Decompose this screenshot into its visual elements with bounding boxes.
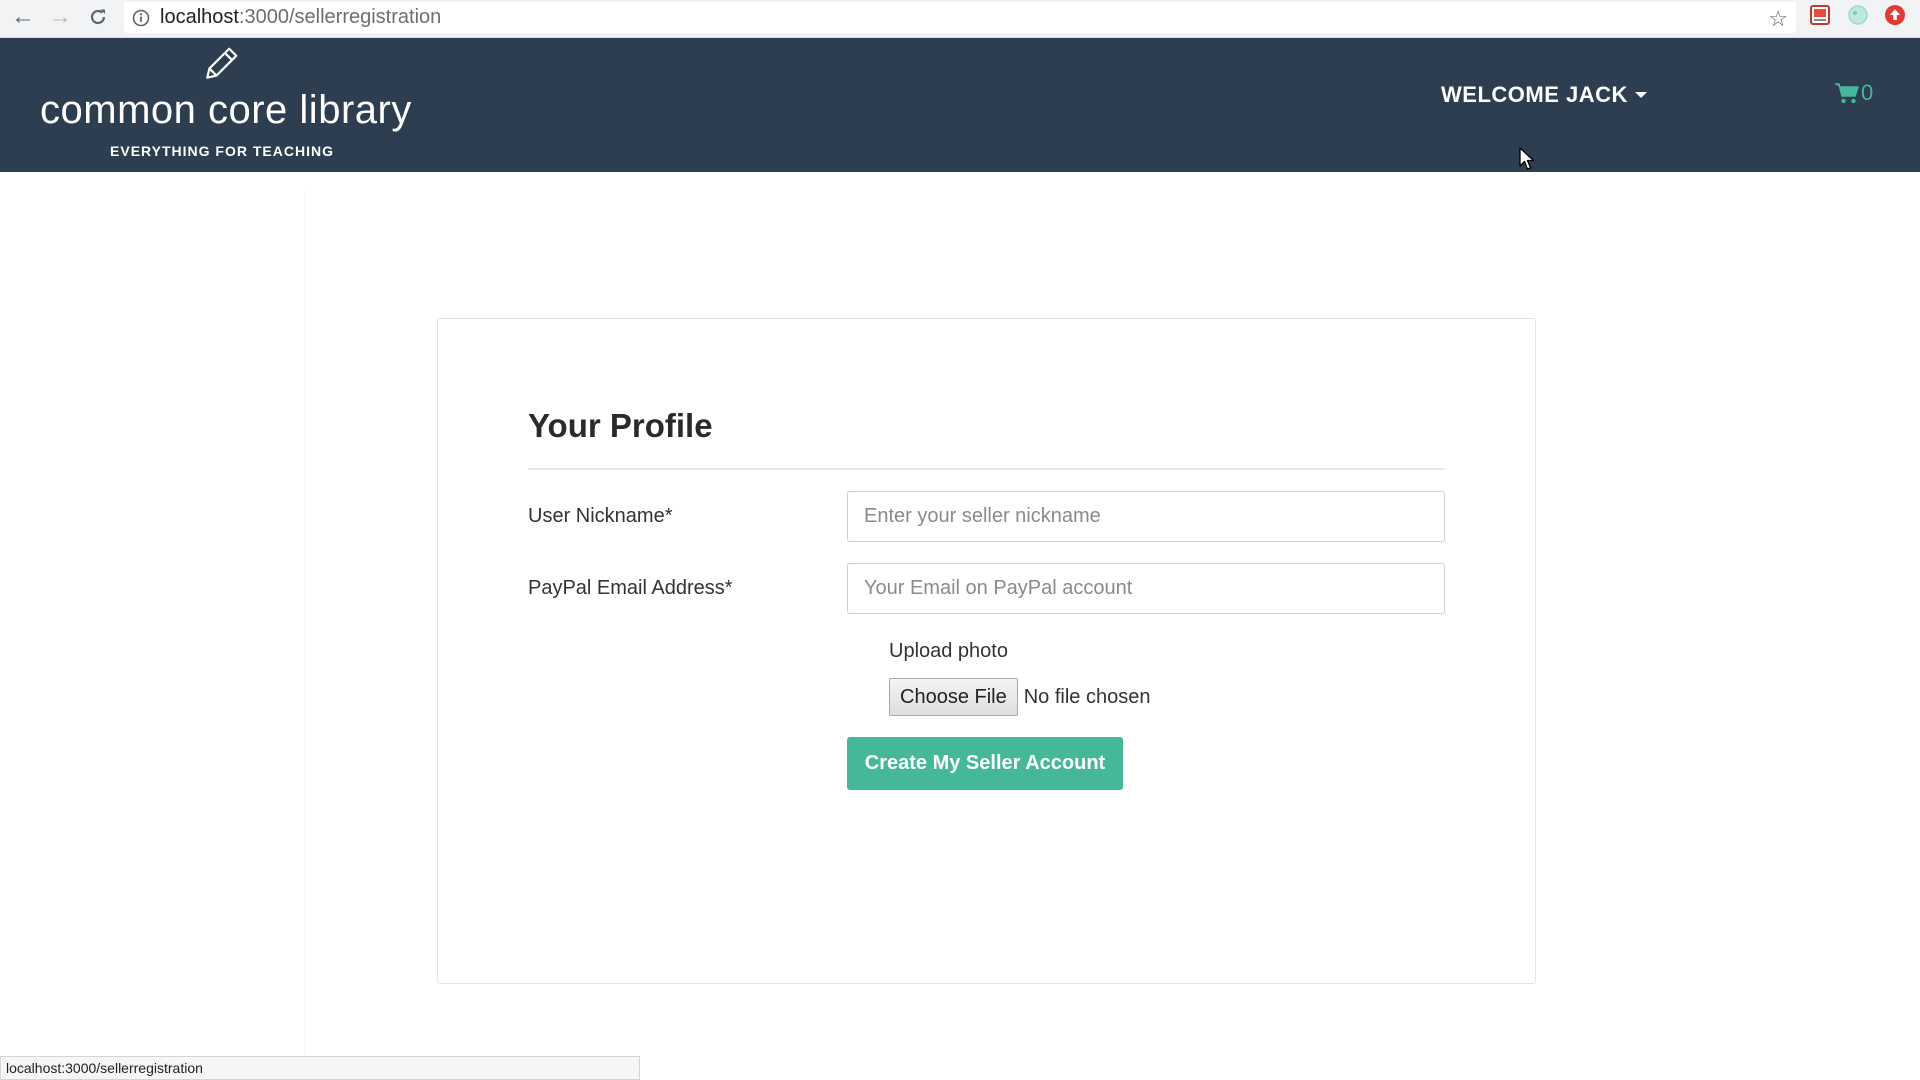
cart-link[interactable]: 0 [1834,80,1873,106]
reload-icon[interactable] [83,2,113,32]
site-logo[interactable]: common core library EVERYTHING FOR TEACH… [40,42,412,166]
nickname-label: User Nickname* [528,505,673,527]
cart-icon [1835,83,1859,104]
address-bar[interactable]: localhost:3000/sellerregistration ☆ [124,2,1796,33]
nickname-input[interactable] [847,491,1445,542]
url-path: :3000/sellerregistration [238,6,442,28]
extension-globe-icon[interactable] [1847,4,1869,26]
forward-arrow-icon[interactable]: → [45,2,75,32]
reload-glyph [90,9,106,25]
browser-toolbar: ← → localhost:3000/sellerregistration ☆ [0,0,1920,38]
upload-photo-label: Upload photo [889,640,1008,662]
content-divider [304,190,305,1060]
url-host: localhost [160,6,239,28]
paypal-email-label: PayPal Email Address* [528,577,733,599]
pencil-icon [206,47,238,79]
file-status: No file chosen [1023,685,1151,708]
logo-tagline: EVERYTHING FOR TEACHING [110,143,334,159]
welcome-label: WELCOME JACK [1441,82,1628,107]
back-arrow-icon[interactable]: ← [8,2,38,32]
choose-file-button[interactable]: Choose File [889,678,1018,716]
title-divider [528,468,1445,470]
extension-image-icon[interactable] [1809,4,1831,26]
bookmark-star-icon[interactable]: ☆ [1768,6,1788,32]
paypal-email-input[interactable] [847,563,1445,614]
user-menu-toggle[interactable]: WELCOME JACK [1441,82,1647,108]
link-status-bubble: localhost:3000/sellerregistration [0,1056,640,1080]
extension-update-icon[interactable] [1884,4,1906,26]
logo-name: common core library [40,88,412,132]
caret-down-icon [1634,92,1647,98]
info-icon[interactable] [132,9,150,27]
profile-card: Your Profile User Nickname* PayPal Email… [437,318,1536,984]
site-header: common core library EVERYTHING FOR TEACH… [0,38,1920,172]
create-seller-account-button[interactable]: Create My Seller Account [847,737,1123,790]
page-title: Your Profile [528,407,713,444]
file-picker: Choose File No file chosen [889,678,1150,716]
cart-count: 0 [1861,80,1874,105]
mouse-pointer-icon [1519,147,1535,170]
